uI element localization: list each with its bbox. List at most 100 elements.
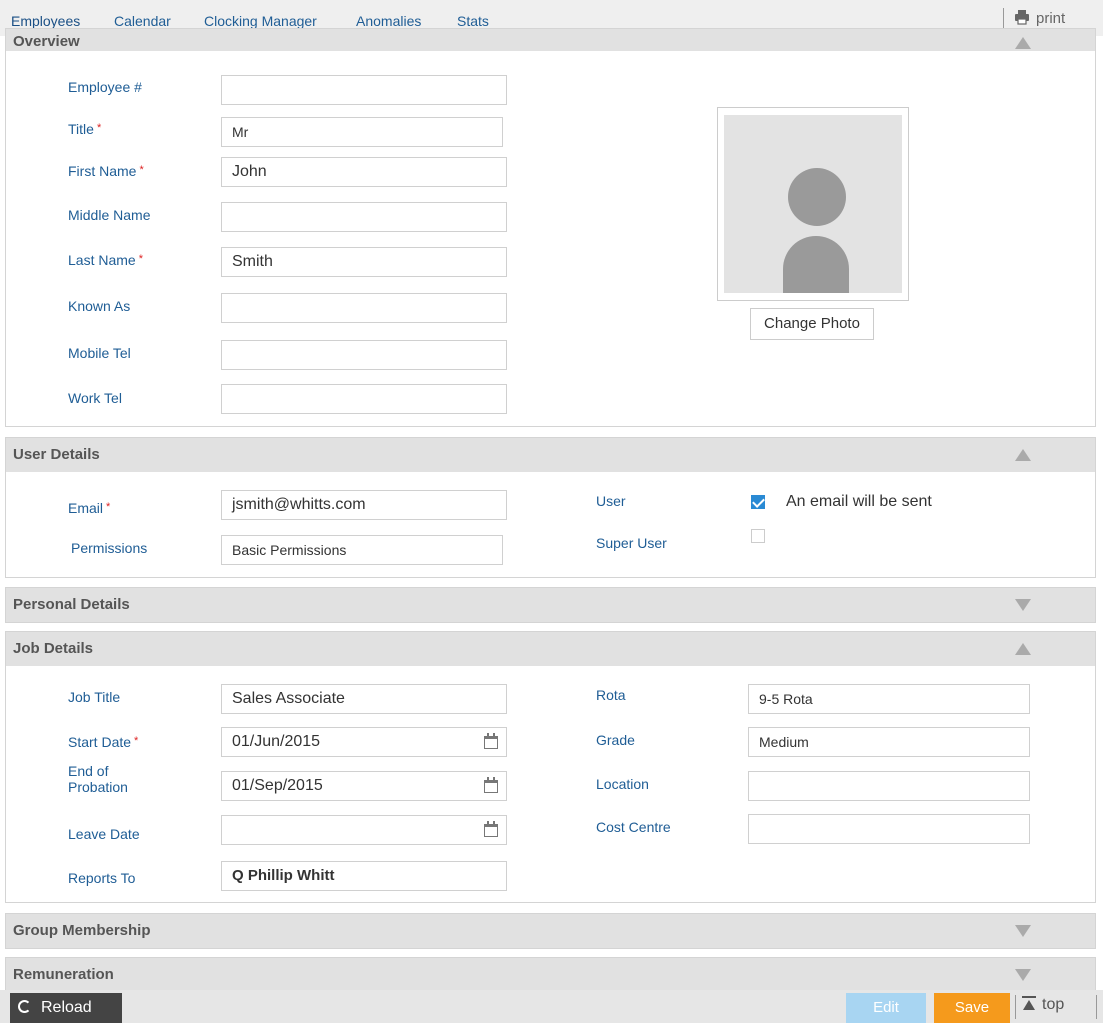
print-button[interactable]: print — [1014, 9, 1065, 27]
personal-details-title: Personal Details — [13, 596, 130, 613]
rota-select[interactable]: 9-5 Rota — [748, 684, 1030, 714]
divider — [1015, 995, 1016, 1019]
tab-employees[interactable]: Employees — [11, 13, 80, 29]
user-details-header[interactable]: User Details — [6, 438, 1095, 472]
collapse-icon[interactable] — [1015, 643, 1031, 655]
calendar-icon[interactable] — [484, 733, 498, 749]
mobile-tel-input[interactable] — [221, 340, 507, 370]
personal-details-header[interactable]: Personal Details — [6, 588, 1095, 622]
tab-stats[interactable]: Stats — [457, 13, 489, 29]
job-details-panel: Job Details Job Title Sales Associate St… — [5, 631, 1096, 903]
tab-anomalies[interactable]: Anomalies — [356, 13, 421, 29]
reload-icon — [18, 1000, 31, 1013]
user-label: User — [596, 493, 626, 509]
email-input[interactable]: jsmith@whitts.com — [221, 490, 507, 520]
title-label: Title * — [68, 121, 102, 137]
user-checkbox[interactable] — [751, 495, 765, 509]
tab-clocking-manager[interactable]: Clocking Manager — [204, 13, 317, 29]
cost-centre-select[interactable] — [748, 814, 1030, 844]
scroll-top-button[interactable]: top — [1022, 996, 1064, 1014]
employee-number-input[interactable] — [221, 75, 507, 105]
print-label: print — [1036, 10, 1066, 27]
location-label: Location — [596, 776, 649, 792]
grade-select[interactable]: Medium — [748, 727, 1030, 757]
location-select[interactable] — [748, 771, 1030, 801]
end-of-probation-input[interactable]: 01/Sep/2015 — [221, 771, 507, 801]
job-title-input[interactable]: Sales Associate — [221, 684, 507, 714]
remuneration-title: Remuneration — [13, 966, 114, 983]
first-name-input[interactable]: John — [221, 157, 507, 187]
collapse-icon[interactable] — [1015, 449, 1031, 461]
reload-button[interactable]: Reload — [10, 993, 122, 1023]
edit-button[interactable]: Edit — [846, 993, 926, 1023]
work-tel-input[interactable] — [221, 384, 507, 414]
group-membership-header[interactable]: Group Membership — [6, 914, 1095, 948]
calendar-icon[interactable] — [484, 777, 498, 793]
reports-to-input[interactable]: Q Phillip Whitt — [221, 861, 507, 891]
required-marker: * — [134, 735, 139, 747]
first-name-label: First Name * — [68, 163, 144, 179]
grade-label: Grade — [596, 732, 635, 748]
avatar-body-icon — [783, 236, 849, 293]
bottom-action-bar: Reload Edit Save top — [0, 990, 1103, 1023]
middle-name-input[interactable] — [221, 202, 507, 232]
required-marker: * — [106, 501, 111, 513]
remuneration-header[interactable]: Remuneration — [6, 958, 1095, 992]
start-date-input[interactable]: 01/Jun/2015 — [221, 727, 507, 757]
overview-header[interactable]: Overview — [6, 29, 1095, 51]
email-label: Email * — [68, 500, 111, 516]
reload-label: Reload — [41, 999, 92, 1016]
mobile-tel-label: Mobile Tel — [68, 345, 131, 361]
last-name-label: Last Name * — [68, 252, 143, 268]
photo-frame — [717, 107, 909, 301]
group-membership-title: Group Membership — [13, 922, 151, 939]
email-notice: An email will be sent — [786, 493, 932, 510]
job-details-header[interactable]: Job Details — [6, 632, 1095, 666]
permissions-select[interactable]: Basic Permissions — [221, 535, 503, 565]
leave-date-label: Leave Date — [68, 826, 140, 842]
end-of-probation-label: End of Probation — [68, 763, 128, 795]
last-name-input[interactable]: Smith — [221, 247, 507, 277]
work-tel-label: Work Tel — [68, 390, 122, 406]
remuneration-panel: Remuneration — [5, 957, 1096, 993]
user-details-panel: User Details Email * jsmith@whitts.com Pe… — [5, 437, 1096, 578]
overview-panel: Overview Employee # Title * Mr First Name… — [5, 28, 1096, 427]
end-of-probation-value: 01/Sep/2015 — [232, 777, 323, 794]
calendar-icon[interactable] — [484, 821, 498, 837]
expand-icon[interactable] — [1015, 925, 1031, 937]
expand-icon[interactable] — [1015, 599, 1031, 611]
known-as-label: Known As — [68, 298, 131, 314]
permissions-label: Permissions — [71, 540, 148, 556]
reports-to-label: Reports To — [68, 870, 136, 886]
leave-date-input[interactable] — [221, 815, 507, 845]
job-title-label: Job Title — [68, 689, 121, 705]
printer-icon — [1015, 10, 1029, 25]
required-marker: * — [139, 164, 144, 176]
super-user-checkbox[interactable] — [751, 529, 765, 543]
required-marker: * — [96, 122, 102, 134]
title-input[interactable]: Mr — [221, 117, 503, 147]
avatar — [724, 115, 902, 293]
save-button[interactable]: Save — [934, 993, 1010, 1023]
cost-centre-label: Cost Centre — [596, 819, 671, 835]
tab-calendar[interactable]: Calendar — [114, 13, 171, 29]
super-user-label: Super User — [596, 535, 667, 551]
start-date-value: 01/Jun/2015 — [232, 733, 321, 750]
group-membership-panel: Group Membership — [5, 913, 1096, 949]
avatar-head-icon — [788, 168, 846, 226]
scroll-top-icon — [1022, 996, 1036, 1010]
employee-number-label: Employee # — [68, 79, 142, 95]
middle-name-label: Middle Name — [68, 207, 151, 223]
divider — [1096, 995, 1097, 1019]
known-as-input[interactable] — [221, 293, 507, 323]
expand-icon[interactable] — [1015, 969, 1031, 981]
required-marker: * — [138, 253, 143, 265]
overview-title: Overview — [13, 33, 80, 50]
change-photo-button[interactable]: Change Photo — [750, 308, 874, 340]
divider — [1003, 8, 1004, 30]
rota-label: Rota — [596, 687, 626, 703]
job-details-title: Job Details — [13, 640, 94, 657]
user-details-title: User Details — [13, 446, 100, 463]
personal-details-panel: Personal Details — [5, 587, 1096, 623]
collapse-icon[interactable] — [1015, 37, 1031, 49]
